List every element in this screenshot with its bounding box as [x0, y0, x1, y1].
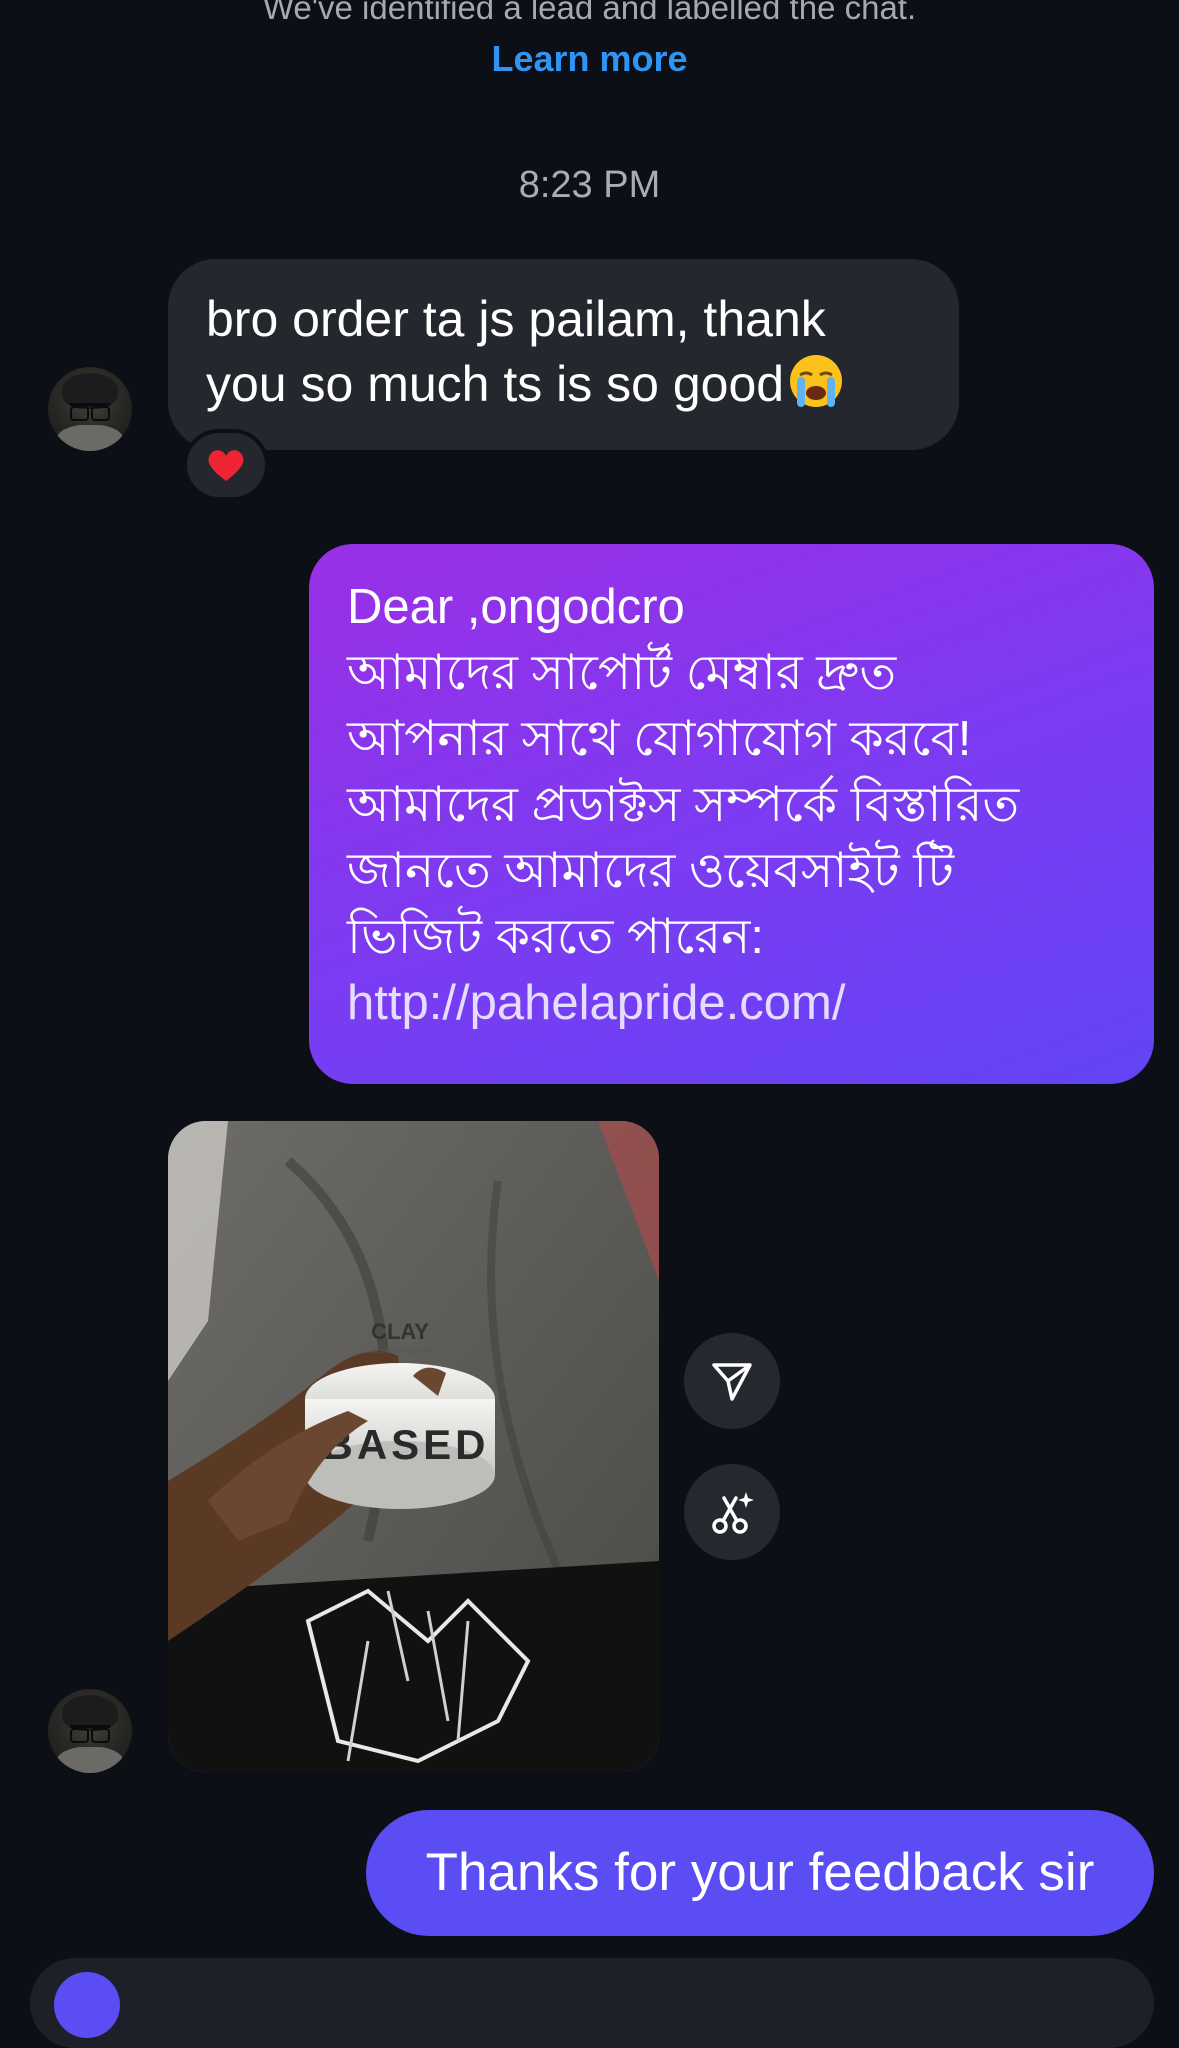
message-line: আমাদের প্রডাক্টস সম্পর্কে বিস্তারিত: [347, 778, 1020, 832]
message-line: Dear ,ongodcro: [347, 580, 685, 634]
website-link[interactable]: http://pahelapride.com/: [347, 970, 1118, 1036]
share-icon: [712, 1363, 752, 1401]
message-line: জানতে আমাদের ওয়েবসাইট টি: [347, 844, 954, 898]
learn-more-link[interactable]: Learn more: [0, 38, 1179, 80]
lead-notice-text: We've identified a lead and labelled the…: [262, 0, 917, 26]
shared-photo[interactable]: CLAY Low Shine • High Hold BASED: [168, 1121, 659, 1772]
message-line: ভিজিট করতে পারেন:: [347, 910, 764, 964]
heart-reaction[interactable]: [183, 429, 269, 501]
contact-avatar[interactable]: [48, 1689, 132, 1773]
outgoing-message-bubble[interactable]: Thanks for your feedback sir: [366, 1810, 1154, 1936]
loudly-crying-face-icon: [790, 355, 843, 407]
outgoing-message-bubble[interactable]: Dear ,ongodcro আমাদের সাপোর্ট মেম্বার দ্…: [309, 544, 1154, 1084]
share-button[interactable]: [684, 1333, 780, 1429]
camera-button[interactable]: [54, 1972, 120, 2038]
incoming-message-bubble[interactable]: bro order ta js pailam, thank you so muc…: [168, 259, 959, 450]
message-composer[interactable]: [30, 1958, 1154, 2048]
jar-brand-text: CLAY: [371, 1319, 429, 1344]
ai-edit-icon: [712, 1492, 754, 1534]
contact-avatar[interactable]: [48, 367, 132, 451]
red-heart-icon: [208, 450, 244, 481]
message-line: আপনার সাথে যোগাযোগ করবে!: [347, 712, 972, 766]
jar-subtitle-text: Low Shine • High Hold: [365, 1348, 435, 1355]
message-line: আমাদের সাপোর্ট মেম্বার দ্রুত: [347, 646, 897, 700]
product-photo-image: CLAY Low Shine • High Hold BASED: [168, 1121, 659, 1772]
message-timestamp: 8:23 PM: [518, 164, 661, 206]
message-line: bro order ta js pailam, thank: [206, 291, 826, 347]
ai-edit-button[interactable]: [684, 1464, 780, 1560]
message-text: Thanks for your feedback sir: [425, 1843, 1095, 1902]
message-line: you so much ts is so good: [206, 352, 923, 417]
